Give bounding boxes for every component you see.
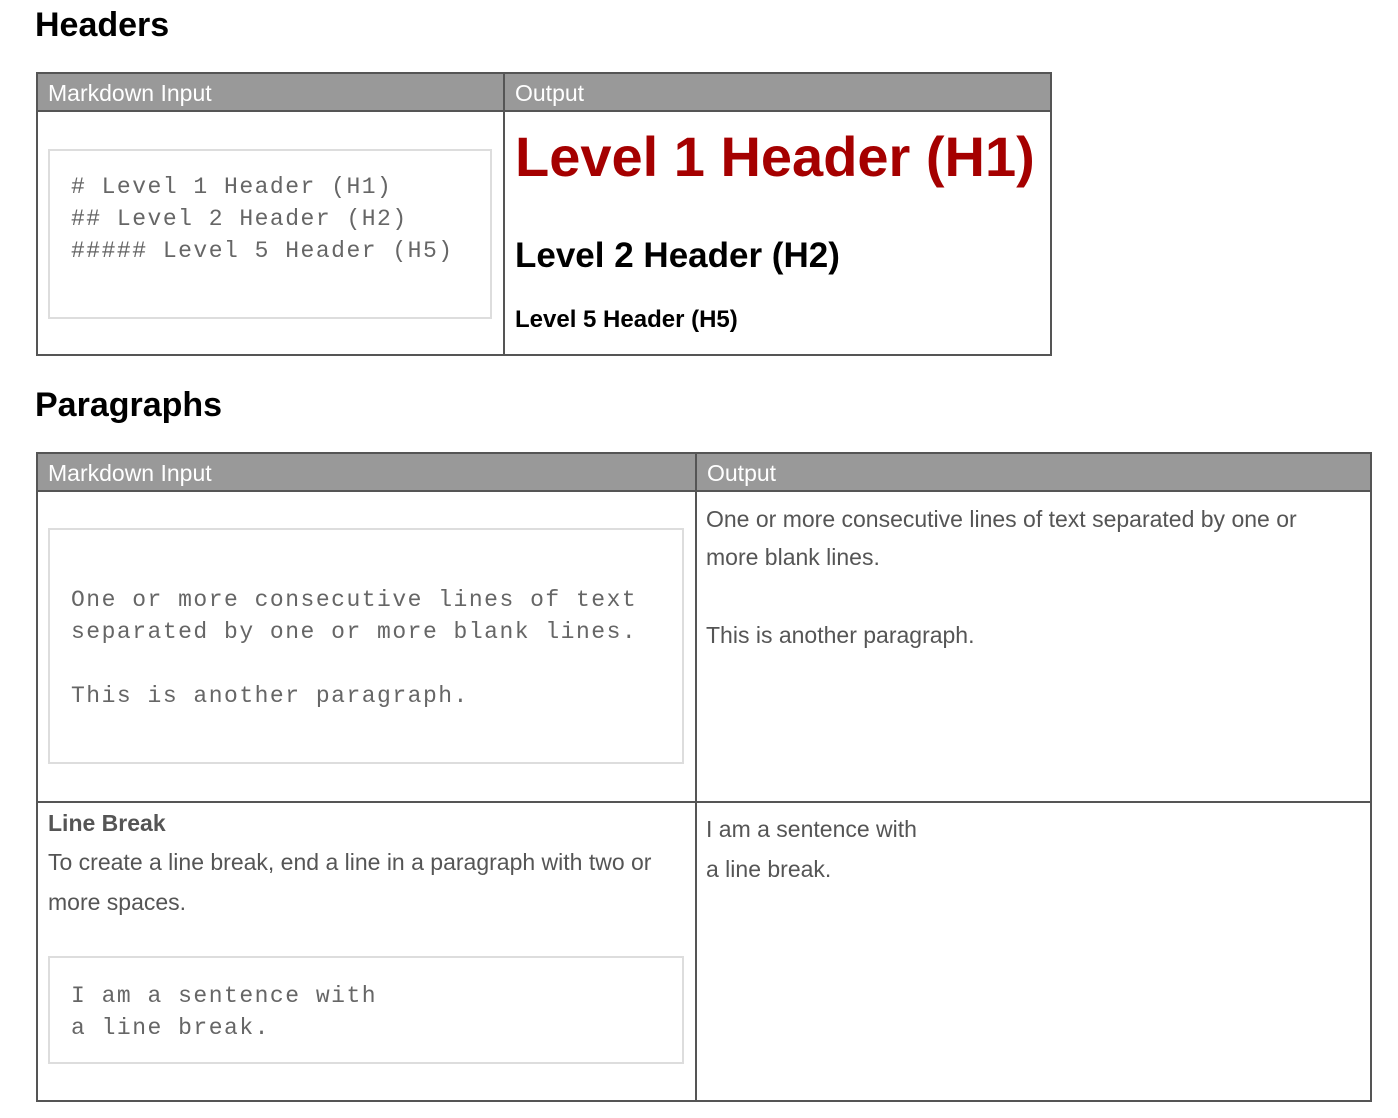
code-line: I am a sentence with xyxy=(71,983,378,1009)
output-paragraph-2: This is another paragraph. xyxy=(706,622,975,648)
col-output: Output xyxy=(707,460,777,486)
col-output: Output xyxy=(515,80,585,106)
paragraphs-table: Markdown Input Output One or more consec… xyxy=(36,452,1372,1102)
divider xyxy=(503,74,505,354)
code-line: ##### Level 5 Header (H5) xyxy=(71,238,454,264)
line-break-title: Line Break xyxy=(48,810,166,836)
line-break-description: To create a line break, end a line in a … xyxy=(48,849,652,915)
code-block: One or more consecutive lines of text sep… xyxy=(48,528,684,764)
code-line: This is another paragraph. xyxy=(71,683,469,709)
code-line: a line break. xyxy=(71,1015,270,1041)
col-markdown-input: Markdown Input xyxy=(48,80,212,106)
code-line: # Level 1 Header (H1) xyxy=(71,174,393,200)
output-line-2: a line break. xyxy=(706,856,832,882)
output-h5: Level 5 Header (H5) xyxy=(515,306,738,333)
output-h1: Level 1 Header (H1) xyxy=(515,125,1035,188)
col-markdown-input: Markdown Input xyxy=(48,460,212,486)
code-line: separated by one or more blank lines. xyxy=(71,619,638,645)
headers-table: Markdown Input Output # Level 1 Header (… xyxy=(36,72,1052,356)
table-header-row: Markdown Input Output xyxy=(38,454,1370,492)
section-title-paragraphs: Paragraphs xyxy=(35,386,223,424)
row-divider xyxy=(38,801,1370,803)
code-line: One or more consecutive lines of text xyxy=(71,587,638,613)
code-block: # Level 1 Header (H1) ## Level 2 Header (… xyxy=(48,149,492,319)
section-title-headers: Headers xyxy=(35,6,170,44)
output-h2: Level 2 Header (H2) xyxy=(515,236,840,275)
divider xyxy=(695,454,697,1100)
table-header-row: Markdown Input Output xyxy=(38,74,1050,112)
output-paragraph-1: One or more consecutive lines of text se… xyxy=(706,506,1297,570)
code-line: ## Level 2 Header (H2) xyxy=(71,206,408,232)
code-block: I am a sentence with a line break. xyxy=(48,956,684,1064)
output-line-1: I am a sentence with xyxy=(706,816,917,842)
